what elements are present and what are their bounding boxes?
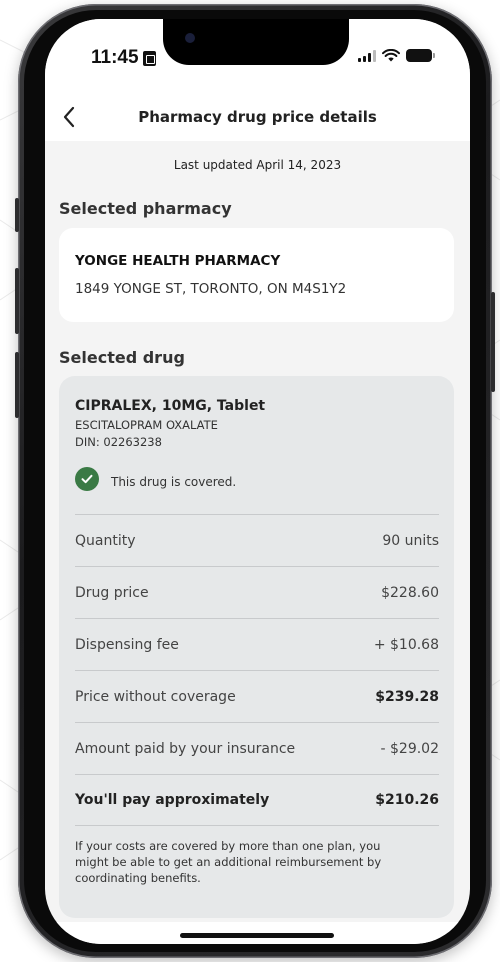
action-button [15, 198, 19, 232]
price-row-value: - $29.02 [380, 740, 440, 757]
power-button [491, 292, 495, 392]
last-updated-text: Last updated April 14, 2023 [173, 158, 342, 172]
status-bar: 11:45 [45, 19, 470, 93]
cellular-signal-icon [358, 49, 376, 62]
phone-screen: 11:45 Pharmacy drug price details Last u… [45, 19, 470, 944]
status-time: 11:45 [91, 47, 156, 69]
price-row-without-coverage: Price without coverage $239.28 [75, 670, 439, 722]
pharmacy-address: 1849 YONGE ST, TORONTO, ON M4S1Y2 [75, 281, 347, 297]
status-time-text: 11:45 [91, 47, 139, 68]
volume-up-button [15, 268, 19, 334]
price-row-you-pay: You'll pay approximately $210.26 [75, 774, 439, 826]
selected-drug-heading: Selected drug [59, 348, 185, 367]
drug-card: CIPRALEX, 10MG, Tablet ESCITALOPRAM OXAL… [59, 376, 454, 918]
selected-pharmacy-heading: Selected pharmacy [59, 199, 232, 218]
drug-generic-name: ESCITALOPRAM OXALATE [75, 418, 218, 432]
volume-down-button [15, 352, 19, 418]
wifi-icon [382, 49, 400, 62]
pharmacy-card: YONGE HEALTH PHARMACY 1849 YONGE ST, TOR… [59, 228, 454, 322]
price-row-value: 90 units [382, 532, 439, 549]
price-row-quantity: Quantity 90 units [75, 514, 439, 566]
price-row-label: Quantity [75, 532, 136, 549]
notch [163, 19, 349, 65]
coordination-disclaimer: If your costs are covered by more than o… [75, 839, 382, 885]
price-row-value: $210.26 [375, 792, 439, 808]
price-row-value: $239.28 [375, 688, 439, 705]
price-row-value: $228.60 [381, 584, 439, 601]
price-row-dispensing-fee: Dispensing fee + $10.68 [75, 618, 439, 670]
price-row-label: You'll pay approximately [75, 792, 270, 808]
sim-card-icon [142, 50, 156, 66]
price-row-drug-price: Drug price $228.60 [75, 566, 439, 618]
price-row-label: Drug price [75, 584, 149, 601]
checkmark-icon [75, 467, 99, 491]
drug-din: DIN: 02263238 [75, 435, 162, 449]
pharmacy-name: YONGE HEALTH PHARMACY [75, 253, 281, 269]
battery-icon [406, 49, 435, 62]
coverage-status: This drug is covered. [75, 467, 236, 491]
status-icons [358, 49, 435, 62]
price-row-label: Price without coverage [75, 688, 236, 705]
price-breakdown: Quantity 90 units Drug price $228.60 Dis… [75, 514, 439, 826]
page-title: Pharmacy drug price details [138, 108, 377, 126]
price-row-value: + $10.68 [373, 636, 439, 653]
price-row-label: Amount paid by your insurance [75, 740, 296, 757]
coverage-status-text: This drug is covered. [111, 475, 237, 489]
home-indicator[interactable] [180, 933, 334, 938]
front-camera [185, 33, 195, 43]
price-row-label: Dispensing fee [75, 636, 179, 653]
navigation-bar: Pharmacy drug price details [45, 93, 470, 141]
price-row-insurance-paid: Amount paid by your insurance - $29.02 [75, 722, 439, 774]
drug-name: CIPRALEX, 10MG, Tablet [75, 398, 266, 414]
